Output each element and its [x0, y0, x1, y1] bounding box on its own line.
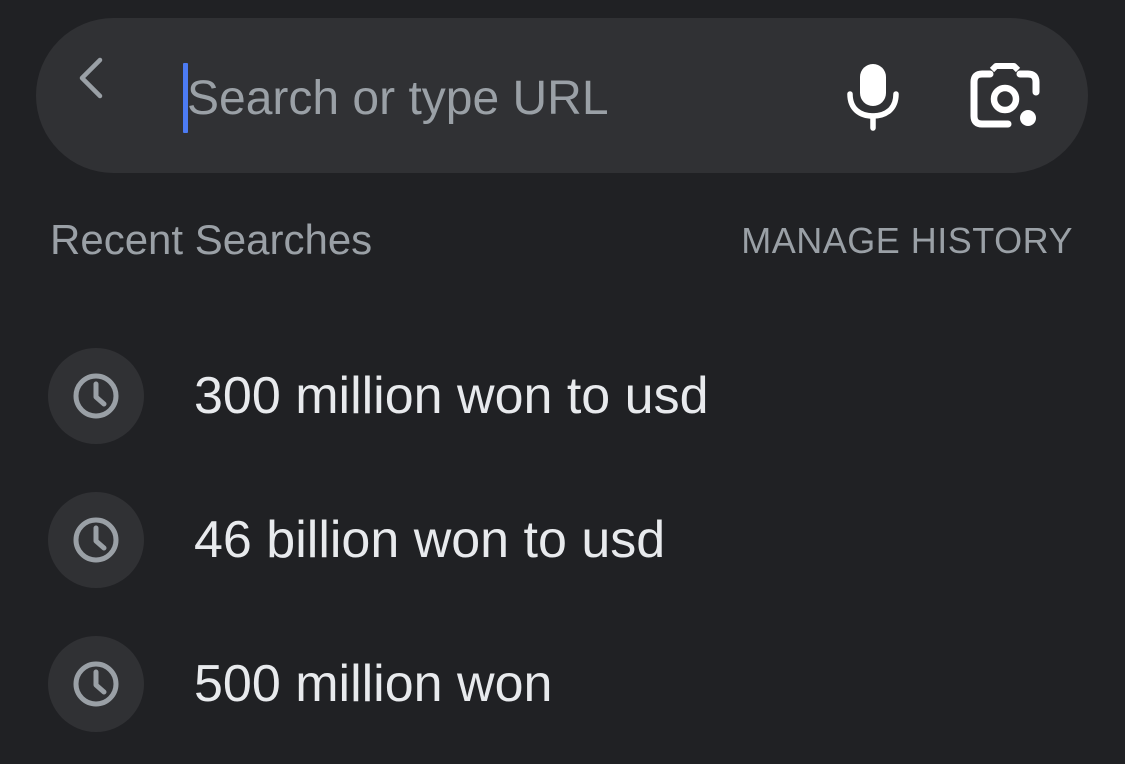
google-lens-button[interactable] — [968, 62, 1042, 134]
browser-screen: Recent Searches MANAGE HISTORY 300 milli… — [0, 0, 1125, 764]
recent-searches-heading: Recent Searches — [50, 216, 373, 263]
chevron-left-icon — [79, 57, 103, 99]
history-item-label: 500 million won — [194, 655, 553, 713]
voice-search-button[interactable] — [840, 62, 906, 132]
history-icon-badge — [48, 492, 144, 588]
history-item[interactable]: 300 million won to usd — [0, 336, 1125, 456]
microphone-icon — [847, 64, 899, 131]
history-icon-badge — [48, 636, 144, 732]
clock-icon — [73, 517, 119, 563]
search-input[interactable] — [187, 58, 807, 138]
clock-icon — [73, 661, 119, 707]
back-button[interactable] — [62, 48, 122, 108]
history-item[interactable]: 500 million won — [0, 624, 1125, 744]
google-lens-icon — [970, 63, 1040, 128]
history-item-label: 46 billion won to usd — [194, 511, 666, 569]
history-item[interactable]: 46 billion won to usd — [0, 480, 1125, 600]
manage-history-link[interactable]: MANAGE HISTORY — [741, 214, 1073, 268]
clock-icon — [73, 373, 119, 419]
history-item-label: 300 million won to usd — [194, 367, 709, 425]
history-icon-badge — [48, 348, 144, 444]
